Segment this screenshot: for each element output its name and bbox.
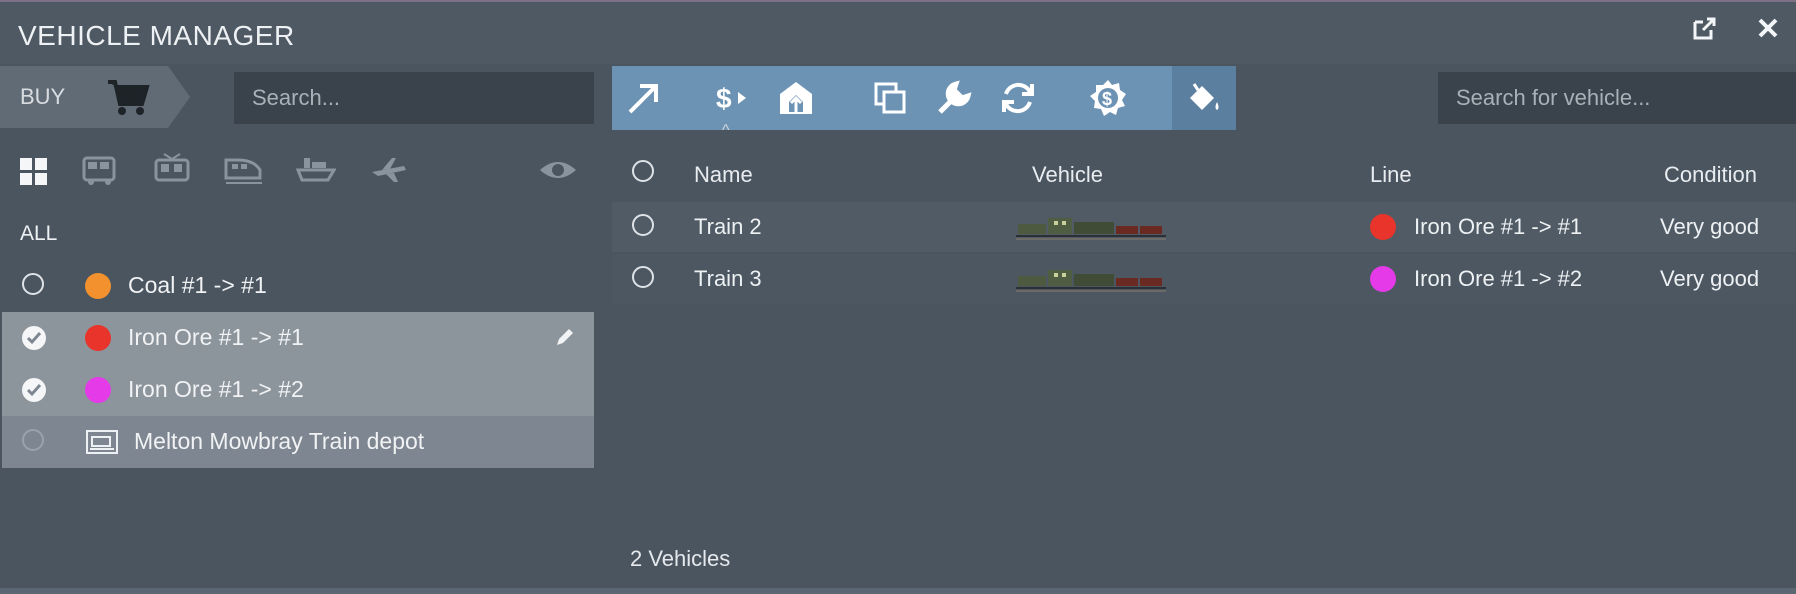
replace-copy-icon[interactable] — [870, 78, 910, 118]
line-search-input[interactable] — [234, 72, 594, 124]
window-title: VEHICLE MANAGER — [18, 20, 295, 51]
auto-replace-refresh-icon[interactable] — [998, 78, 1038, 118]
line-item-iron-ore-1[interactable]: Iron Ore #1 -> #1 — [2, 312, 594, 364]
vehicle-search-input[interactable] — [1438, 72, 1796, 124]
line-color-dot — [85, 325, 111, 351]
vehicle-name: Train 2 — [694, 214, 762, 239]
train-icon[interactable] — [224, 150, 264, 190]
svg-text:$: $ — [716, 83, 732, 114]
select-all-radio[interactable] — [632, 160, 654, 182]
vehicle-actions-toolbar: $ $ — [612, 66, 1172, 130]
table-row[interactable]: Train 3 Iron Ore #1 -> #2 Very good — [612, 254, 1796, 304]
train-thumbnail — [1016, 270, 1166, 292]
close-icon[interactable] — [1750, 14, 1786, 50]
line-select-radio[interactable] — [22, 273, 44, 295]
vehicle-line[interactable]: Iron Ore #1 -> #1 — [1414, 214, 1582, 240]
ship-icon[interactable] — [296, 150, 336, 190]
row-select-radio[interactable] — [632, 214, 654, 236]
table-header: Name Vehicle Line Condition — [612, 152, 1796, 198]
svg-text:$: $ — [1102, 89, 1112, 109]
line-item-coal-1[interactable]: Coal #1 -> #1 — [2, 260, 594, 312]
all-grid-icon[interactable] — [18, 150, 58, 190]
bus-icon[interactable] — [80, 150, 120, 190]
line-label: Coal #1 -> #1 — [128, 272, 267, 298]
train-thumbnail — [1016, 218, 1166, 240]
buy-label: BUY — [20, 84, 66, 109]
vehicle-name: Train 3 — [694, 266, 762, 291]
all-lines-label[interactable]: ALL — [20, 222, 57, 246]
vehicle-condition: Very good — [1660, 266, 1760, 291]
line-color-dot — [85, 377, 111, 403]
line-color-dot — [1370, 214, 1396, 240]
depot-icon — [86, 430, 118, 454]
line-color-dot — [85, 273, 111, 299]
window-bottom-edge — [0, 588, 1796, 594]
row-select-radio[interactable] — [632, 266, 654, 288]
line-label: Iron Ore #1 -> #1 — [128, 324, 304, 350]
vehicle-condition: Very good — [1660, 214, 1760, 239]
tram-icon[interactable] — [152, 150, 192, 190]
check-icon[interactable] — [22, 378, 46, 402]
line-select-radio[interactable] — [22, 429, 44, 451]
line-label: Iron Ore #1 -> #2 — [128, 376, 304, 402]
money-gear-icon[interactable]: $ — [1088, 78, 1128, 118]
send-arrow-icon[interactable] — [624, 78, 664, 118]
column-header-vehicle[interactable]: Vehicle — [1032, 162, 1103, 188]
depot-return-icon[interactable] — [776, 78, 816, 118]
paint-button[interactable] — [1172, 66, 1236, 130]
column-header-line[interactable]: Line — [1370, 162, 1412, 188]
caret-up-icon: ^ — [722, 122, 730, 139]
external-link-icon[interactable] — [1686, 14, 1722, 50]
line-color-dot — [1370, 266, 1396, 292]
edit-pencil-icon[interactable] — [554, 326, 576, 348]
vehicle-count: 2 Vehicles — [630, 546, 731, 571]
vehicle-type-filters — [0, 150, 594, 190]
paint-bucket-icon[interactable] — [1184, 78, 1224, 118]
visibility-eye-icon[interactable] — [538, 150, 578, 190]
check-icon[interactable] — [22, 326, 46, 350]
plane-icon[interactable] — [368, 150, 408, 190]
vehicle-line[interactable]: Iron Ore #1 -> #2 — [1414, 266, 1582, 292]
cart-icon — [108, 80, 150, 115]
repair-wrench-icon[interactable] — [934, 78, 974, 118]
buy-button[interactable]: BUY — [0, 66, 190, 128]
title-bar: VEHICLE MANAGER — [0, 2, 1796, 64]
line-label: Melton Mowbray Train depot — [134, 428, 425, 454]
line-item-iron-ore-2[interactable]: Iron Ore #1 -> #2 — [2, 364, 594, 416]
table-row[interactable]: Train 2 Iron Ore #1 -> #1 Very good — [612, 202, 1796, 252]
sell-dollar-icon[interactable]: $ — [712, 78, 752, 118]
column-header-name[interactable]: Name — [694, 162, 753, 188]
column-header-condition[interactable]: Condition — [1664, 162, 1757, 188]
line-item-depot[interactable]: Melton Mowbray Train depot — [2, 416, 594, 468]
